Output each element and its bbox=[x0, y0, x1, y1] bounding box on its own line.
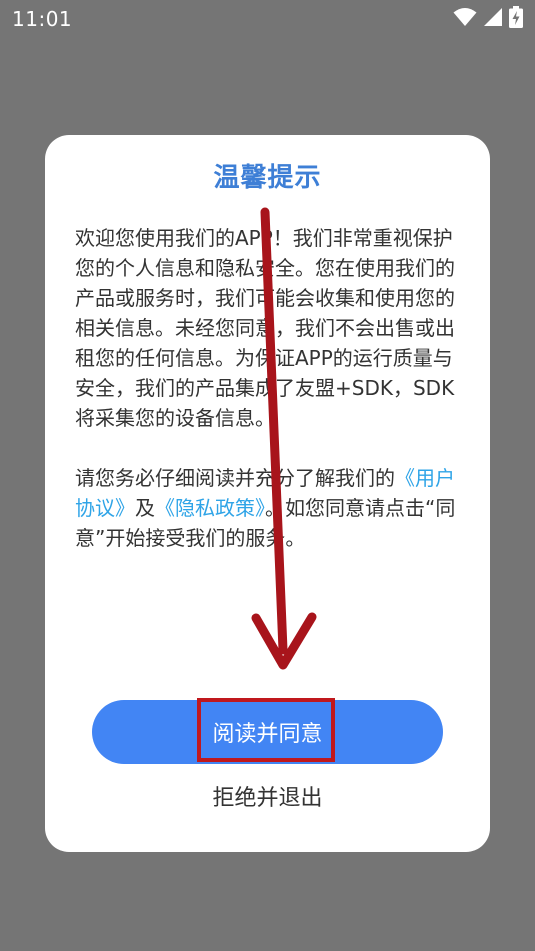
reject-exit-button[interactable]: 拒绝并退出 bbox=[45, 780, 490, 812]
agreement-text-before: 请您务必仔细阅读并充分了解我们的 bbox=[75, 466, 395, 490]
consent-dialog: 温馨提示 欢迎您使用我们的APP！我们非常重视保护您的个人信息和隐私安全。您在使… bbox=[45, 135, 490, 852]
intro-paragraph: 欢迎您使用我们的APP！我们非常重视保护您的个人信息和隐私安全。您在使用我们的产… bbox=[75, 226, 455, 430]
dialog-title: 温馨提示 bbox=[213, 163, 322, 193]
cellular-signal-icon bbox=[483, 7, 503, 27]
wifi-icon bbox=[453, 7, 477, 27]
privacy-policy-link[interactable]: 《隐私政策》 bbox=[155, 496, 265, 520]
status-bar: 11:01 bbox=[0, 0, 535, 36]
dialog-body: 欢迎您使用我们的APP！我们非常重视保护您的个人信息和隐私安全。您在使用我们的产… bbox=[75, 223, 463, 553]
agreement-paragraph: 请您务必仔细阅读并充分了解我们的《用户协议》及《隐私政策》。如您同意请点击“同意… bbox=[75, 463, 463, 553]
status-time: 11:01 bbox=[12, 7, 73, 31]
agreement-text-and: 及 bbox=[135, 496, 155, 520]
agree-button[interactable]: 阅读并同意 bbox=[92, 700, 443, 764]
battery-charging-icon bbox=[509, 6, 523, 28]
status-icons bbox=[453, 6, 523, 28]
